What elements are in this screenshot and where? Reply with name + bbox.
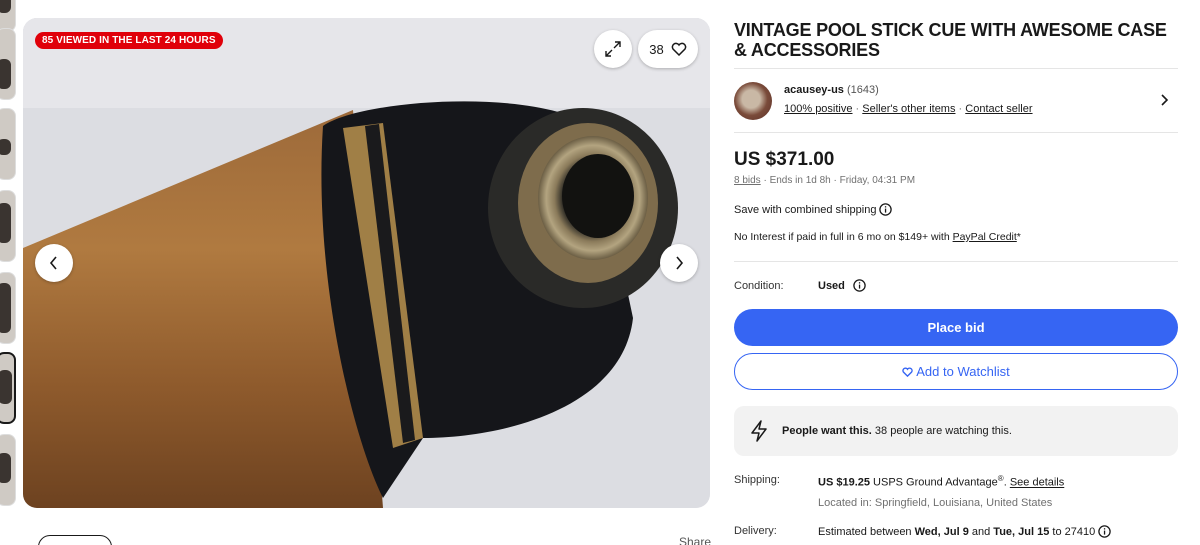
seller-other-items-link[interactable]: Seller's other items: [862, 103, 955, 115]
chevron-right-icon: [676, 256, 684, 270]
thumbnail[interactable]: [0, 272, 16, 344]
thumbnail[interactable]: [0, 434, 16, 506]
divider: [734, 132, 1178, 133]
main-product-image[interactable]: 85 VIEWED IN THE LAST 24 HOURS 38: [23, 18, 710, 508]
next-image-button[interactable]: [660, 244, 698, 282]
current-price: US $371.00: [734, 149, 835, 170]
thumbnail[interactable]: [0, 108, 16, 180]
previous-image-button[interactable]: [35, 244, 73, 282]
seller-info: acausey-us (1643): [784, 84, 879, 96]
see-details-link[interactable]: See details: [1010, 477, 1064, 489]
shipping-label: Shipping:: [734, 474, 780, 486]
bids-link[interactable]: 8 bids: [734, 175, 761, 186]
seller-name[interactable]: acausey-us: [784, 84, 844, 96]
info-icon[interactable]: [853, 279, 866, 292]
bids-info: 8 bids · Ends in 1d 8h · Friday, 04:31 P…: [734, 175, 915, 186]
demand-signal-text: People want this. 38 people are watching…: [782, 425, 1012, 437]
expand-button[interactable]: [594, 30, 632, 68]
combined-shipping-note: Save with combined shipping: [734, 203, 893, 216]
watch-count-button[interactable]: 38: [638, 30, 698, 68]
demand-signal-banner: People want this. 38 people are watching…: [734, 406, 1178, 456]
gallery-action-button[interactable]: [38, 535, 112, 545]
divider: [734, 68, 1178, 69]
auction-end-time: · Ends in 1d 8h · Friday, 04:31 PM: [760, 175, 916, 186]
seller-avatar[interactable]: [734, 82, 772, 120]
add-to-watchlist-button[interactable]: Add to Watchlist: [734, 353, 1178, 390]
info-icon[interactable]: [879, 203, 893, 216]
chevron-right-icon[interactable]: [1158, 92, 1170, 108]
lightning-icon: [751, 420, 767, 442]
seller-feedback-count: (1643): [847, 84, 879, 96]
viewed-badge: 85 VIEWED IN THE LAST 24 HOURS: [35, 32, 223, 49]
heart-icon: [902, 366, 913, 377]
financing-note: No Interest if paid in full in 6 mo on $…: [734, 231, 1021, 243]
heart-icon: [671, 42, 687, 56]
delivery-estimate: Estimated between Wed, Jul 9 and Tue, Ju…: [818, 525, 1111, 538]
share-link[interactable]: Share: [679, 535, 711, 545]
divider: [734, 261, 1178, 262]
chevron-left-icon: [49, 256, 57, 270]
listing-title: VINTAGE POOL STICK CUE WITH AWESOME CASE…: [734, 20, 1167, 60]
contact-seller-link[interactable]: Contact seller: [965, 103, 1032, 115]
watch-count: 38: [649, 41, 664, 57]
thumbnail-strip: [0, 0, 18, 545]
expand-icon: [605, 41, 621, 57]
condition-label: Condition:: [734, 280, 784, 292]
place-bid-button[interactable]: Place bid: [734, 309, 1178, 346]
item-location: Located in: Springfield, Louisiana, Unit…: [818, 497, 1053, 509]
thumbnail[interactable]: [0, 190, 16, 262]
thumbnail[interactable]: [0, 28, 16, 100]
shipping-value: US $19.25 USPS Ground Advantage®. See de…: [818, 474, 1065, 489]
seller-links: 100% positive · Seller's other items · C…: [784, 103, 1033, 115]
condition-value: Used: [818, 279, 866, 292]
delivery-label: Delivery:: [734, 525, 777, 537]
paypal-credit-link[interactable]: PayPal Credit: [953, 231, 1017, 243]
seller-positive-link[interactable]: 100% positive: [784, 103, 853, 115]
info-icon[interactable]: [1098, 525, 1111, 538]
thumbnail-selected[interactable]: [0, 352, 16, 424]
pool-cue-photo: [23, 18, 710, 508]
